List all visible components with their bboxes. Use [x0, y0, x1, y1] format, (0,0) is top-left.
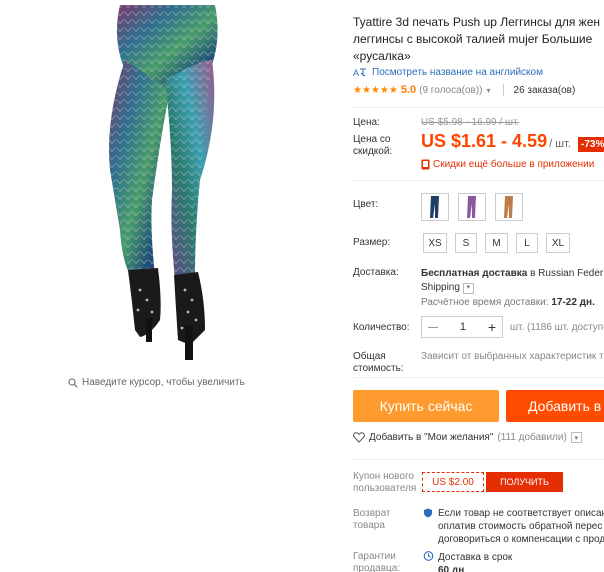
quantity-decrease-button[interactable]: —: [428, 322, 438, 333]
chevron-down-icon[interactable]: ▾: [570, 432, 582, 443]
coupon-label: Купон нового пользователя: [353, 471, 417, 494]
rating-value: 5.0: [400, 84, 417, 96]
leggings-photo: [108, 5, 218, 360]
translate-link-text: Посмотреть название на английском: [372, 67, 543, 78]
swatch-leggings-orange-icon: [504, 196, 513, 218]
size-option-l[interactable]: L: [516, 233, 538, 253]
size-label: Размер:: [353, 237, 391, 248]
guarantee-label: Гарантии продавца:: [353, 551, 401, 572]
add-to-cart-button[interactable]: Добавить в: [506, 390, 604, 422]
discount-price: US $1.61 - 4.59/ шт.: [421, 131, 571, 152]
return-policy-text: Если товар не соответствует описан оплат…: [438, 508, 604, 545]
app-discount-link[interactable]: Скидки ещё больше в приложении: [421, 159, 594, 170]
get-coupon-button[interactable]: ПОЛУЧИТЬ: [486, 472, 563, 492]
return-label: Возврат товара: [353, 508, 391, 531]
translate-link[interactable]: A Посмотреть название на английском: [353, 67, 543, 78]
size-option-s[interactable]: S: [455, 233, 477, 253]
shipping-destination: в Russian Feder: [527, 268, 604, 279]
swatch-leggings-dark-icon: [430, 196, 439, 218]
delivery-time-label: Расчётное время доставки:: [421, 297, 549, 308]
color-label: Цвет:: [353, 199, 379, 210]
divider: [502, 84, 504, 96]
quantity-input[interactable]: 1: [460, 321, 466, 333]
zoom-hint-text: Наведите курсор, чтобы увеличить: [82, 377, 245, 388]
divider: [353, 377, 604, 378]
price-label: Цена:: [353, 117, 380, 128]
total-note: Зависит от выбранных характеристик т: [421, 351, 604, 362]
shield-icon: [424, 508, 432, 518]
guarantee-text: Доставка в срок 60 дн: [438, 551, 512, 572]
wishlist-count: (111 добавили): [497, 432, 567, 443]
wishlist-text: Добавить в "Мои желания": [369, 432, 494, 443]
shipping-free: Бесплатная доставка: [421, 268, 528, 279]
translate-icon: A: [353, 68, 366, 78]
app-discount-text: Скидки ещё больше в приложении: [433, 159, 595, 170]
svg-text:A: A: [353, 68, 359, 78]
product-info: Tyattire 3d печать Push up Леггинсы для …: [353, 0, 604, 572]
discount-badge: -73%: [578, 137, 604, 152]
quantity-increase-button[interactable]: +: [488, 319, 496, 335]
orders-count: 26 заказа(ов): [513, 84, 576, 96]
size-option-xs[interactable]: XS: [423, 233, 447, 253]
delivery-time: Расчётное время доставки: 17-22 дн.: [421, 297, 595, 308]
quantity-stepper[interactable]: — 1 +: [421, 316, 503, 338]
guarantee-line-1: Доставка в срок: [438, 552, 513, 563]
product-title: Tyattire 3d печать Push up Леггинсы для …: [353, 15, 601, 63]
old-price: US $5.98 - 16.99 / шт.: [421, 117, 520, 128]
coupon-value: US $2.00: [422, 472, 484, 492]
size-option-xl[interactable]: XL: [546, 233, 570, 253]
color-swatch-1[interactable]: [421, 193, 449, 221]
quantity-label: Количество:: [353, 322, 410, 333]
shipping-carrier: Shipping: [421, 282, 460, 293]
swatch-leggings-purple-icon: [467, 196, 476, 218]
magnifier-icon: [68, 377, 78, 388]
wishlist-link[interactable]: Добавить в "Мои желания" (111 добавили) …: [353, 432, 582, 443]
heart-icon: [353, 432, 365, 443]
chevron-down-icon[interactable]: ▾: [487, 86, 491, 95]
clock-icon: [423, 551, 434, 561]
phone-icon: [421, 159, 430, 170]
color-swatch-3[interactable]: [495, 193, 523, 221]
total-label: Общая стоимость:: [353, 351, 404, 374]
discount-price-value: US $1.61 - 4.59: [421, 131, 548, 151]
divider: [353, 180, 604, 181]
guarantee-line-2: 60 дн: [438, 565, 465, 572]
price-unit: / шт.: [549, 138, 571, 150]
shipping-label: Доставка:: [353, 267, 399, 278]
product-image[interactable]: Наведите курсор, чтобы увеличить: [0, 0, 338, 400]
rating-votes[interactable]: (9 голоса(ов)): [419, 85, 482, 96]
delivery-time-value: 17-22 дн.: [551, 297, 595, 308]
chevron-down-icon[interactable]: ▾: [462, 282, 474, 294]
rating-stars-icon: ★★★★★: [353, 84, 398, 96]
stock-note: шт. (1186 шт. доступ: [510, 322, 604, 333]
size-option-m[interactable]: M: [485, 233, 508, 253]
buy-now-button[interactable]: Купить сейчас: [353, 390, 499, 422]
zoom-hint: Наведите курсор, чтобы увеличить: [68, 377, 245, 388]
divider: [353, 107, 604, 108]
divider: [353, 459, 604, 460]
rating-row: ★★★★★ 5.0 (9 голоса(ов)) ▾ 26 заказа(ов): [353, 84, 575, 96]
shipping-method[interactable]: Бесплатная доставка в Russian Feder Ship…: [421, 267, 604, 295]
color-swatch-2[interactable]: [458, 193, 486, 221]
discount-price-label: Цена со скидкой:: [353, 134, 393, 157]
